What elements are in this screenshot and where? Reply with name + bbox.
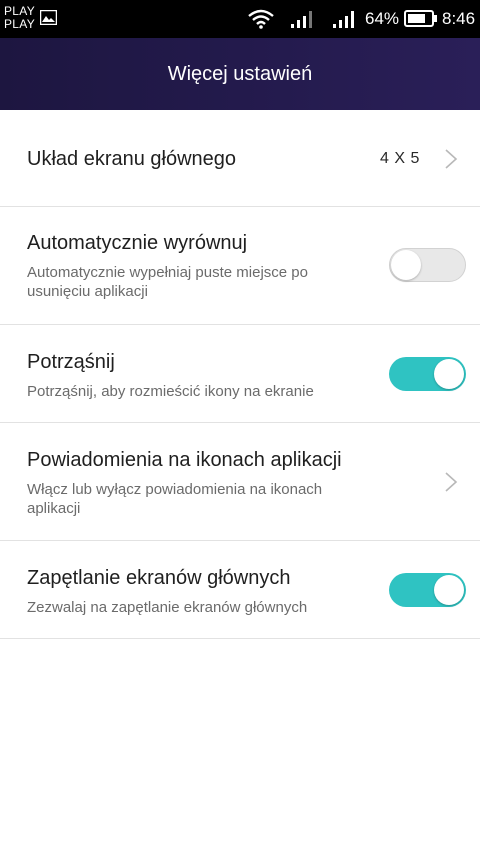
toggle-knob [391, 250, 421, 280]
setting-shake[interactable]: Potrząśnij Potrząśnij, aby rozmieścić ik… [0, 325, 480, 423]
setting-subtitle: Potrząśnij, aby rozmieścić ikony na ekra… [27, 383, 314, 400]
signal-icon [291, 11, 312, 28]
setting-title: Powiadomienia na ikonach aplikacji [27, 449, 342, 471]
header-bar: Więcej ustawień [0, 38, 480, 110]
setting-home-screen-loop[interactable]: Zapętlanie ekranów głównych Zezwalaj na … [0, 541, 480, 639]
setting-title: Potrząśnij [27, 351, 115, 373]
carrier-label: PLAY PLAY [4, 5, 35, 31]
wifi-icon [248, 9, 274, 29]
setting-subtitle: Automatycznie wypełniaj puste miejsce po… [27, 264, 308, 300]
setting-home-screen-layout[interactable]: Układ ekranu głównego 4 X 5 [0, 110, 480, 207]
setting-subtitle: Zezwalaj na zapętlanie ekranów głównych [27, 599, 308, 616]
shake-toggle[interactable] [389, 357, 466, 391]
carrier-line-2: PLAY [4, 17, 35, 31]
battery-percent: 64% [365, 9, 400, 28]
setting-title: Automatycznie wyrównuj [27, 232, 248, 254]
setting-title: Zapętlanie ekranów głównych [27, 567, 291, 589]
chevron-right-icon [445, 149, 458, 169]
toggle-knob [434, 359, 464, 389]
clock: 8:46 [442, 9, 476, 28]
settings-list: Układ ekranu głównego 4 X 5 Automatyczni… [0, 110, 480, 639]
battery-icon [404, 10, 437, 27]
setting-auto-align[interactable]: Automatycznie wyrównuj Automatycznie wyp… [0, 207, 480, 325]
gallery-icon [40, 10, 57, 25]
setting-subtitle: Włącz lub wyłącz powiadomienia na ikonac… [27, 481, 323, 517]
page-title: Więcej ustawień [167, 63, 313, 85]
status-bar: PLAY PLAY 64% 8:46 [0, 0, 480, 38]
setting-value: 4 X 5 [380, 150, 420, 167]
home-screen-loop-toggle[interactable] [389, 573, 466, 607]
signal-icon [333, 11, 354, 28]
chevron-right-icon [445, 472, 458, 492]
setting-app-icon-notifications[interactable]: Powiadomienia na ikonach aplikacji Włącz… [0, 423, 480, 541]
auto-align-toggle[interactable] [389, 248, 466, 282]
setting-title: Układ ekranu głównego [27, 148, 237, 170]
toggle-knob [434, 575, 464, 605]
